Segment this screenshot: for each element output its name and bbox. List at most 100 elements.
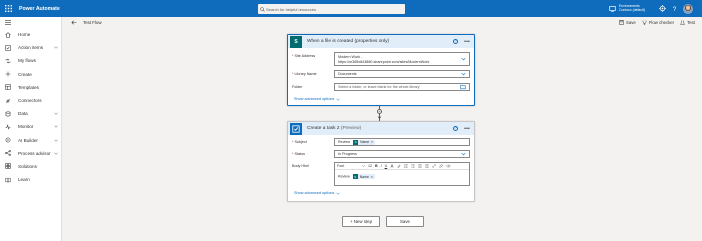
home-icon [5, 31, 11, 38]
font-label: Font [337, 164, 345, 168]
status-value: In Progress [338, 152, 357, 156]
flow-icon [5, 58, 11, 64]
increase-indent-icon[interactable] [425, 164, 429, 168]
environment-name: Contoso (default) [619, 8, 646, 12]
library-label: Library Name [294, 72, 317, 76]
user-avatar[interactable] [683, 3, 693, 14]
link-icon[interactable] [432, 164, 436, 168]
flow-checker-button[interactable]: Flow checker [642, 20, 674, 25]
app-title[interactable]: Power Automate [19, 6, 60, 12]
environment-icon [609, 2, 616, 14]
numbered-list-icon[interactable] [411, 164, 415, 168]
sidebar-item-learn[interactable]: Learn [0, 173, 61, 186]
sidebar-item-ai-builder[interactable]: AI Builder [0, 134, 61, 147]
body-html-editor[interactable]: Font 12 B I U Review S Name × [334, 162, 470, 186]
text-color-icon[interactable] [390, 164, 394, 168]
chevron-down-icon[interactable] [54, 124, 58, 129]
font-dropdown[interactable]: Font [337, 164, 365, 168]
font-size-value: 12 [368, 164, 372, 168]
site-address-dropdown[interactable]: Modern Work - https://m365x843880.sharep… [334, 52, 470, 66]
back-arrow-icon[interactable] [71, 19, 77, 25]
test-button[interactable]: Test [680, 20, 695, 25]
action-advanced-options-link[interactable]: Show advanced options [294, 191, 341, 195]
sidebar-item-connectors[interactable]: Connectors [0, 94, 61, 107]
dynamic-content-token[interactable]: S Name × [352, 174, 375, 179]
library-name-dropdown[interactable]: Documents [334, 70, 470, 78]
save-button[interactable]: Save [386, 216, 424, 227]
chevron-down-icon [362, 165, 365, 167]
stethoscope-icon [642, 20, 647, 25]
sidebar-item-create[interactable]: Create [0, 68, 61, 81]
chevron-down-icon[interactable] [54, 151, 58, 156]
action-card[interactable]: Create a task 2 (Preview) ? ••• * Subjec… [287, 121, 475, 202]
sidebar-item-templates[interactable]: Templates [0, 81, 61, 94]
bold-icon[interactable]: B [375, 164, 378, 168]
save-icon [619, 19, 624, 25]
help-icon[interactable]: ? [453, 39, 459, 44]
action-card-header[interactable]: Create a task 2 (Preview) ? ••• [288, 122, 474, 135]
search-box[interactable] [258, 4, 405, 14]
site-address-row: * Site Address [292, 54, 315, 58]
save-command-button[interactable]: Save [619, 20, 636, 25]
rich-text-toolbar: Font 12 B I U [335, 163, 469, 170]
bottom-actions: + New step Save [342, 216, 424, 227]
help-icon[interactable]: ? [668, 0, 680, 17]
folder-input[interactable]: Select a folder, or leave blank for the … [334, 83, 470, 91]
more-options-icon[interactable]: ••• [464, 39, 470, 45]
chevron-down-icon[interactable] [54, 45, 58, 50]
sidebar-item-process-advisor[interactable]: Process advisor [0, 147, 61, 160]
flow-header: Test Flow [62, 17, 702, 27]
sidebar-item-data[interactable]: Data [0, 107, 61, 120]
remove-token-icon[interactable]: × [371, 175, 373, 179]
body-content[interactable]: Review S Name × [335, 170, 469, 179]
help-icon[interactable]: ? [453, 126, 459, 131]
sidebar-item-action-items[interactable]: Action items [0, 41, 61, 54]
sidebar-item-label: Create [18, 71, 32, 77]
menu-icon[interactable] [0, 17, 61, 28]
trigger-advanced-options-link[interactable]: Show advanced options [294, 97, 341, 101]
bullet-list-icon[interactable] [404, 164, 408, 168]
chevron-down-icon[interactable] [461, 57, 466, 61]
underline-icon[interactable]: U [385, 164, 388, 168]
decrease-indent-icon[interactable] [418, 164, 422, 168]
sidebar-item-label: Solutions [18, 163, 37, 169]
search-icon [258, 4, 266, 14]
new-step-button[interactable]: + New step [342, 216, 380, 227]
chevron-down-icon[interactable] [461, 72, 466, 76]
ai-builder-icon [5, 137, 11, 143]
trigger-card-header[interactable]: S When a file is created (properties onl… [288, 35, 474, 48]
body-row: Body Html [292, 164, 309, 168]
flow-checker-label: Flow checker [648, 19, 675, 25]
more-options-icon[interactable]: ••• [464, 126, 470, 132]
sharepoint-icon: S [352, 174, 358, 179]
svg-text:?: ? [672, 6, 676, 12]
trigger-card[interactable]: S When a file is created (properties onl… [287, 34, 475, 106]
subject-input[interactable]: Review S Name × [334, 138, 470, 146]
folder-picker-icon[interactable] [460, 84, 466, 90]
body-label: Body Html [292, 164, 310, 168]
app-launcher-icon[interactable] [0, 0, 17, 17]
test-label: Test [687, 19, 695, 25]
sidebar-item-home[interactable]: Home [0, 28, 61, 41]
dynamic-content-token[interactable]: S Name × [353, 139, 376, 146]
library-row: * Library Name [292, 72, 317, 76]
insert-step-plus-icon[interactable]: + [377, 109, 382, 114]
chevron-down-icon[interactable] [54, 111, 58, 116]
sidebar-item-label: Data [18, 111, 28, 117]
italic-icon[interactable]: I [381, 164, 382, 168]
unlink-icon[interactable] [439, 164, 443, 168]
sidebar-item-solutions[interactable]: Solutions [0, 160, 61, 173]
settings-icon[interactable] [656, 0, 668, 17]
sidebar-item-my-flows[interactable]: My flows [0, 54, 61, 67]
chevron-down-icon[interactable] [54, 138, 58, 143]
chevron-down-icon[interactable] [461, 152, 466, 156]
status-dropdown[interactable]: In Progress [334, 150, 470, 158]
font-size-dropdown[interactable]: 12 [368, 164, 372, 168]
remove-token-icon[interactable]: × [371, 139, 373, 146]
highlight-icon[interactable] [397, 164, 401, 168]
code-view-icon[interactable] [446, 164, 451, 168]
folder-placeholder: Select a folder, or leave blank for the … [338, 85, 420, 89]
search-input[interactable] [266, 6, 396, 12]
environment-picker[interactable]: Environments Contoso (default) [609, 2, 645, 14]
sidebar-item-monitor[interactable]: Monitor [0, 120, 61, 133]
